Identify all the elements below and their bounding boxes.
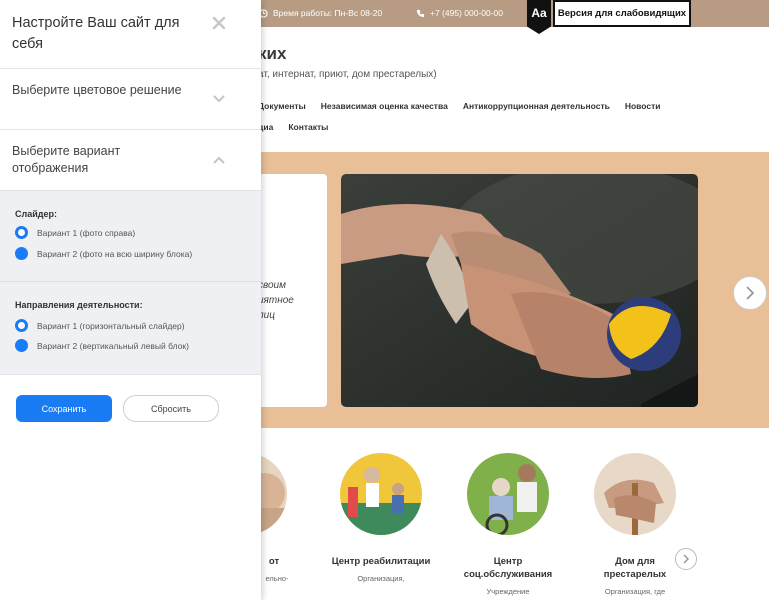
nav-item-anticorruption[interactable]: Антикоррупционная деятельность <box>463 101 610 122</box>
working-hours-text: Время работы: Пн-Вс 08-20 <box>273 8 383 18</box>
service-card[interactable]: Центр реабилитации Организация, <box>331 453 431 583</box>
services-next-button[interactable] <box>675 548 697 570</box>
service-desc: Организация, <box>357 574 405 583</box>
service-photo <box>594 453 676 535</box>
radio-checked[interactable] <box>15 319 28 332</box>
panel-header: Настройте Ваш сайт для себя <box>0 0 261 69</box>
reset-button[interactable]: Сбросить <box>123 395 219 422</box>
option-label: Вариант 2 (фото на всю ширину блока) <box>37 248 193 259</box>
nav-item-contacts[interactable]: Контакты <box>288 122 328 143</box>
radio-checked[interactable] <box>15 226 28 239</box>
nav-row: диа Контакты <box>258 122 769 143</box>
option-label: Вариант 2 (вертикальный левый блок) <box>37 340 189 351</box>
direction-option-2[interactable]: Вариант 2 (вертикальный левый блок) <box>15 339 189 352</box>
display-options: Слайдер: Вариант 1 (фото справа) Вариант… <box>0 191 261 375</box>
nav-row: Документы Независимая оценка качества Ан… <box>258 101 769 122</box>
service-photo <box>340 453 422 535</box>
chevron-right-icon <box>682 554 689 564</box>
divider <box>0 281 261 282</box>
phone-icon <box>416 9 425 17</box>
slider-group-title: Слайдер: <box>15 209 57 219</box>
service-title: Центр реабилитации <box>331 556 431 567</box>
service-card[interactable]: Дом для престарелых Организация, где <box>585 453 685 596</box>
hero-photo <box>341 174 698 407</box>
chevron-down-icon <box>213 95 225 103</box>
elderly-hands-photo <box>341 174 698 407</box>
panel-title: Настройте Ваш сайт для себя <box>12 15 180 52</box>
chevron-right-icon <box>746 286 755 300</box>
radio[interactable] <box>15 247 28 260</box>
service-card[interactable]: Центр соц.обслуживания Учреждение <box>458 453 558 596</box>
service-photo <box>467 453 549 535</box>
save-button[interactable]: Сохранить <box>16 395 112 422</box>
section-display-variant[interactable]: Выберите вариант отображения <box>0 130 261 191</box>
site-title: ких <box>258 44 287 63</box>
service-desc: Учреждение <box>486 587 530 596</box>
settings-panel: Настройте Ваш сайт для себя Выберите цве… <box>0 0 261 600</box>
section-color-scheme[interactable]: Выберите цветовое решение <box>0 69 261 130</box>
hero-next-button[interactable] <box>733 276 767 310</box>
radio[interactable] <box>15 339 28 352</box>
site-subtitle: ат, интернат, приют, дом престарелых) <box>258 69 437 80</box>
direction-option-1[interactable]: Вариант 1 (горизонтальный слайдер) <box>15 319 185 332</box>
main-nav: Документы Независимая оценка качества Ан… <box>258 101 769 143</box>
phone[interactable]: +7 (495) 000-00-00 <box>416 8 503 18</box>
slider-option-2[interactable]: Вариант 2 (фото на всю ширину блока) <box>15 247 192 260</box>
service-title: Дом для престарелых <box>603 556 667 580</box>
nav-item-quality[interactable]: Независимая оценка качества <box>321 101 448 122</box>
option-label: Вариант 1 (фото справа) <box>37 227 136 238</box>
direction-group-title: Направления деятельности: <box>15 300 143 310</box>
working-hours: Время работы: Пн-Вс 08-20 <box>259 8 382 18</box>
section-title: Выберите цветовое решение <box>12 83 182 97</box>
slider-option-1[interactable]: Вариант 1 (фото справа) <box>15 226 135 239</box>
hero-text: своим иятное лиц <box>258 280 294 321</box>
section-title: Выберите вариант отображения <box>12 144 121 175</box>
phone-text: +7 (495) 000-00-00 <box>430 8 504 18</box>
close-icon[interactable] <box>212 16 226 30</box>
chevron-up-icon <box>213 156 225 164</box>
accessibility-version-button[interactable]: Версия для слабовидящих <box>553 0 691 27</box>
option-label: Вариант 1 (горизонтальный слайдер) <box>37 320 185 331</box>
font-size-badge[interactable]: Aa <box>527 0 551 34</box>
nav-item-documents[interactable]: Документы <box>258 101 306 122</box>
nav-item-news[interactable]: Новости <box>625 101 661 122</box>
service-desc: Организация, где <box>604 587 666 596</box>
service-title: Центр соц.обслуживания <box>463 556 553 580</box>
